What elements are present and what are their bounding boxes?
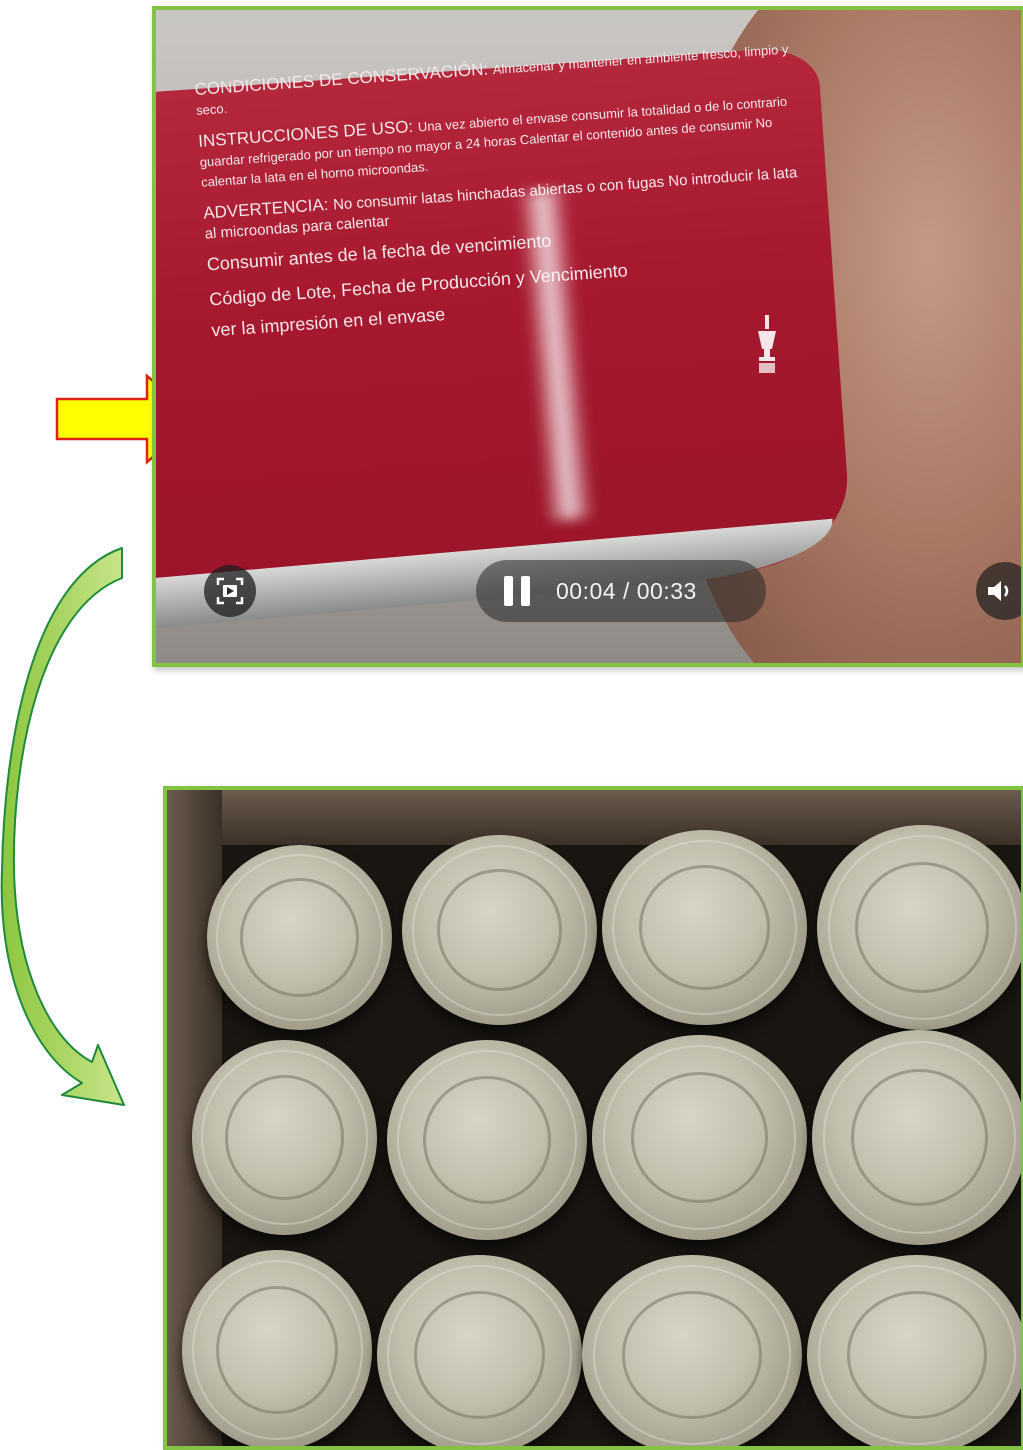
can-lid — [807, 1255, 1021, 1446]
can-lid — [602, 830, 807, 1025]
mortar-pestle-icon — [758, 315, 776, 373]
can-lid — [377, 1255, 582, 1446]
video-frame-can-label: CONDICIONES DE CONSERVACIÓN: Almacenar y… — [152, 6, 1023, 667]
volume-icon — [988, 581, 1009, 601]
curved-green-arrow — [0, 547, 125, 1106]
picture-in-picture-icon — [216, 577, 244, 605]
pause-icon[interactable] — [504, 576, 530, 606]
can-lid — [592, 1035, 807, 1240]
can-lid — [207, 845, 392, 1030]
picture-in-picture-button[interactable] — [204, 565, 256, 617]
box-of-cans-photo — [163, 786, 1023, 1450]
can-lid — [402, 835, 597, 1025]
can-lid — [582, 1255, 802, 1446]
can-label-text: CONDICIONES DE CONSERVACIÓN: Almacenar y… — [194, 38, 812, 352]
can-lid — [182, 1250, 372, 1446]
time-display: 00:04 / 00:33 — [556, 577, 697, 604]
playback-controls: 00:04 / 00:33 — [476, 560, 766, 622]
can-lid — [812, 1030, 1021, 1245]
can-lid — [192, 1040, 377, 1235]
can-lid — [817, 825, 1021, 1030]
can-lid — [387, 1040, 587, 1240]
